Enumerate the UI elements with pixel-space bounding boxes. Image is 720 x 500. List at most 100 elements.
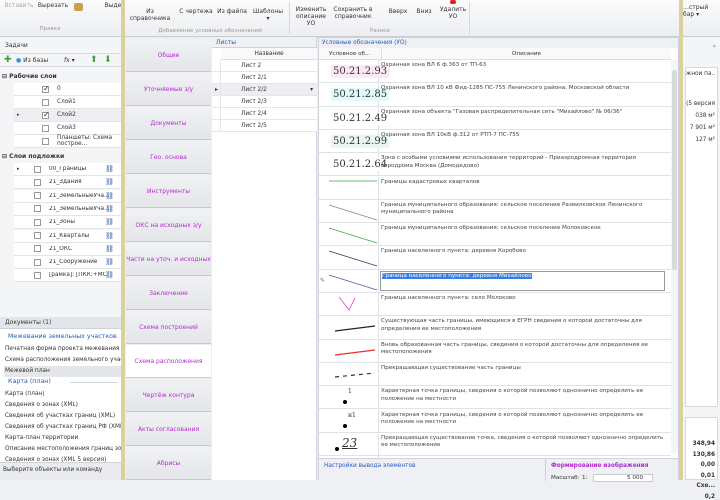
binoculars-icon[interactable]: ⛓ (105, 192, 114, 200)
nav-button[interactable]: Схема построений (126, 311, 211, 344)
base-layers-header[interactable]: ⊟ Слои подложки (2, 153, 64, 160)
uo-row[interactable]: 50.21.2.99 Охранная зона ВЛ 10кВ ф.312 от… (319, 129, 671, 154)
from-file-button[interactable]: Из файла (215, 8, 249, 15)
from-db-button[interactable]: ● Из базы (16, 57, 48, 64)
nav-button[interactable]: Части на уточ. и исходных (126, 243, 211, 276)
uo-row[interactable]: Граница муниципального образования: сель… (319, 199, 671, 224)
binoculars-icon[interactable]: ⛓ (105, 271, 114, 279)
uo-row[interactable]: 23 Прекращающая существование точка, свед… (319, 432, 671, 457)
base-layer-row[interactable]: 21_ОКС ⛓ (14, 242, 122, 256)
uo-row[interactable]: Прекращающая существование часть границы (319, 362, 671, 387)
base-layer-row[interactable]: [рамка]: [ПКК:+МС... ⛓ (14, 269, 122, 283)
uo-row[interactable]: 1 Характерная точка границы, сведения о к… (319, 386, 671, 410)
layer-row[interactable]: 0 (14, 83, 122, 96)
nav-button[interactable]: Заключение (126, 277, 211, 310)
uo-row[interactable]: 50.21.2.64 Зона с особыми условиями испол… (319, 153, 671, 177)
scale-input[interactable]: 5 000 (593, 474, 653, 482)
uo-scrollbar[interactable] (671, 60, 678, 453)
layer-checkbox[interactable] (42, 137, 49, 145)
sheet-row[interactable]: Лист 2/5 (212, 120, 317, 132)
layer-checkbox[interactable] (34, 205, 41, 213)
nav-button[interactable]: Общие (126, 39, 211, 72)
from-drawing-button[interactable]: С чертежа (177, 8, 215, 15)
panel-expand-icon[interactable]: » (712, 43, 716, 50)
document-item[interactable]: Описание местоположения границ зон (X (4, 444, 122, 455)
document-item[interactable]: Схема расположения земельного участка (4, 355, 122, 366)
edit-description-button[interactable]: Изменить описание УО (291, 6, 331, 27)
sheet-row[interactable]: Лист 2/4 (212, 108, 317, 120)
output-settings-link[interactable]: Настройки вывода элементов (324, 463, 415, 469)
format-painter-icon[interactable] (74, 3, 83, 11)
binoculars-icon[interactable]: ⛓ (105, 178, 114, 186)
move-down-button[interactable]: Вниз (411, 8, 437, 15)
document-item[interactable]: Сведения об участках границ РФ (XML) (4, 422, 122, 433)
layer-checkbox[interactable] (42, 98, 49, 106)
sheets-column-header[interactable]: Название (221, 48, 317, 60)
binoculars-icon[interactable]: ⛓ (105, 205, 114, 213)
nav-button[interactable]: Инструменты (126, 175, 211, 208)
document-item[interactable]: Сведения об участках границ (XML) (4, 411, 122, 422)
base-layer-row[interactable]: 21_Зоны ⛓ (14, 216, 122, 230)
layer-checkbox[interactable] (34, 232, 41, 239)
base-layer-row[interactable]: 21_Здания ⛓ (14, 176, 122, 190)
nav-button[interactable]: Чертёж контура (126, 379, 211, 412)
layer-row[interactable]: Планшеты: Схема построе... (14, 135, 122, 148)
layer-checkbox[interactable] (34, 271, 41, 279)
templates-button[interactable]: Шаблоны ▾ (251, 8, 285, 22)
col-description[interactable]: Описание (381, 48, 671, 60)
nav-button[interactable]: Документы (126, 107, 211, 140)
dropdown-icon[interactable]: ▾ (310, 84, 313, 96)
uo-row[interactable]: Граница муниципального образования: сель… (319, 223, 671, 247)
layer-checkbox[interactable] (42, 110, 50, 119)
layer-checkbox[interactable] (34, 178, 41, 186)
cut-button[interactable]: Вырезать (36, 2, 70, 9)
paste-button[interactable]: Вставить (2, 2, 36, 9)
quick-panel-button[interactable]: …стрый бар ▾ (683, 4, 720, 18)
base-layer-row[interactable]: ▸ 00_Границы ⛓ (14, 163, 122, 176)
layer-checkbox[interactable] (42, 84, 50, 93)
base-layer-row[interactable]: 21_Сооружение ⛓ (14, 256, 122, 270)
uo-row[interactable]: 50.21.2.49 Охранная зона объекта "Газовая… (319, 106, 671, 130)
nav-button[interactable]: Уточняемые з/у (126, 73, 211, 106)
nav-button[interactable]: ОКС на исходных з/у (126, 209, 211, 242)
binoculars-icon[interactable]: ⛓ (105, 245, 114, 253)
binoculars-icon[interactable]: ⛓ (105, 218, 114, 226)
layer-checkbox[interactable] (34, 218, 41, 226)
nav-button[interactable]: Акты согласования (126, 413, 211, 446)
uo-scroll-thumb[interactable] (672, 70, 677, 270)
uo-row[interactable]: ✎ Граница населенного пункта: деревня Мих… (319, 269, 671, 293)
layer-checkbox[interactable] (34, 258, 41, 266)
base-layer-row[interactable]: 21_ЗемельныеУча... ⛓ (14, 189, 122, 203)
sheet-row[interactable]: Лист 2/3 (212, 96, 317, 108)
uo-row[interactable]: 50.21.2.85 Охранная зона ВЛ 10 кВ Фид-128… (319, 83, 671, 107)
uo-row[interactable]: Граница населенного пункта: село Молоков… (319, 293, 671, 317)
layer-checkbox[interactable] (34, 192, 41, 200)
base-layer-row[interactable]: 21_Кварталы ⛓ (14, 229, 122, 243)
binoculars-icon[interactable]: ⛓ (105, 165, 114, 173)
binoculars-icon[interactable]: ⛓ (105, 232, 114, 240)
move-up-button[interactable]: Вверх (384, 8, 412, 15)
nav-button[interactable]: Абрисы (126, 447, 211, 480)
document-item[interactable]: Карта-план территории (4, 433, 122, 444)
from-reference-button[interactable]: Из справочника (125, 8, 175, 22)
document-item[interactable]: Сведения о зонах (XML) (4, 400, 122, 411)
nav-button[interactable]: Схема расположения (126, 345, 211, 378)
uo-description[interactable]: Граница населенного пункта: деревня Миха… (380, 270, 665, 291)
move-down-icon[interactable]: ⬇ (104, 55, 112, 65)
work-layers-header[interactable]: ⊟ Рабочие слои (2, 73, 57, 80)
nav-button[interactable]: Гео. основа (126, 141, 211, 174)
uo-row[interactable]: Существующая часть границы, имеющиеся в … (319, 316, 671, 340)
sheet-row[interactable]: ▸ ▾ Лист 2/2 (212, 84, 317, 96)
layer-checkbox[interactable] (42, 124, 49, 132)
save-to-reference-button[interactable]: Сохранить в справочник (331, 6, 375, 20)
sheet-row[interactable]: Лист 2 (212, 60, 317, 72)
layer-row[interactable]: ▸ Слой2 (14, 109, 122, 122)
layer-row[interactable]: Слой1 (14, 96, 122, 109)
sheet-row[interactable]: Лист 2/1 (212, 72, 317, 84)
base-layer-row[interactable]: 21_ЗемельныеУча... ⛓ (14, 202, 122, 216)
function-button[interactable]: fx ▾ (64, 57, 75, 64)
uo-row[interactable]: Вновь образованная часть границы, сведен… (319, 339, 671, 363)
layer-checkbox[interactable] (34, 165, 41, 173)
col-symbol[interactable]: Условное об... (329, 48, 379, 60)
select-button[interactable]: Выде (104, 2, 122, 9)
